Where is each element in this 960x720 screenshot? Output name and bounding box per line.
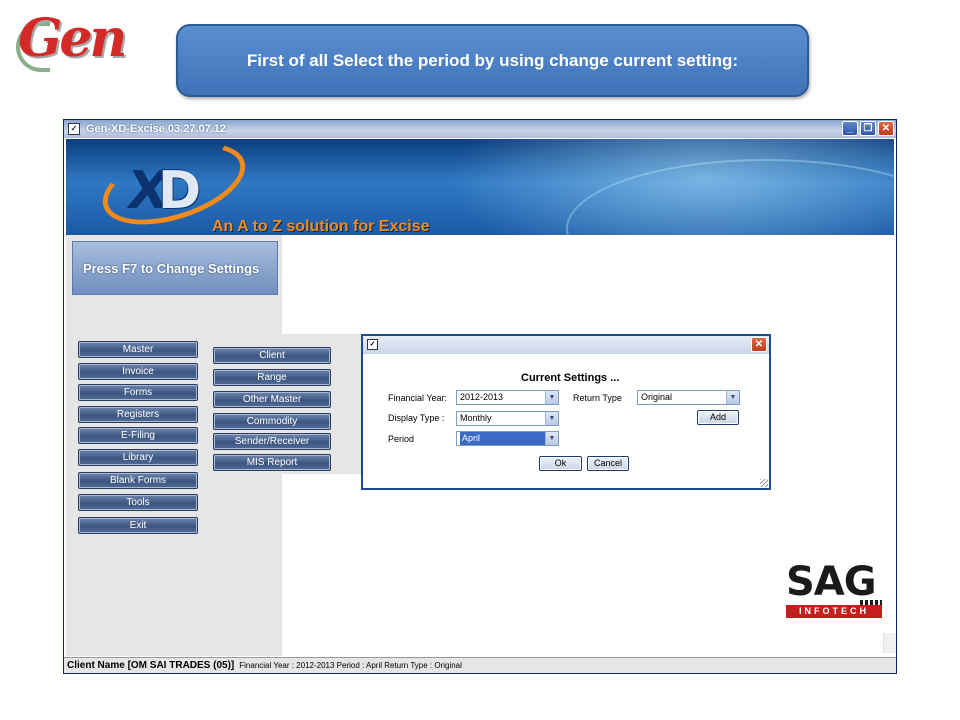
add-button[interactable]: Add (697, 410, 739, 425)
slide: Gen First of all Select the period by us… (0, 0, 960, 720)
menu-button-forms[interactable]: Forms (78, 384, 198, 401)
menu-button-registers[interactable]: Registers (78, 406, 198, 423)
submenu-button-mis-report[interactable]: MIS Report (213, 454, 331, 471)
submenu-button-other-master[interactable]: Other Master (213, 391, 331, 408)
app-icon: ✓ (68, 123, 80, 135)
gen-logo: Gen (8, 4, 127, 76)
display-type-label: Display Type : (388, 413, 445, 423)
resize-grip[interactable] (760, 479, 768, 487)
dialog-close-button[interactable]: ✕ (751, 337, 767, 352)
status-bar: Client Name [OM SAI TRADES (05)] Financi… (64, 657, 896, 673)
menu-button-master[interactable]: Master (78, 341, 198, 358)
chevron-down-icon[interactable]: ▼ (726, 391, 739, 404)
period-label: Period (388, 434, 415, 444)
chevron-down-icon[interactable]: ▼ (545, 391, 558, 404)
display-type-value: Monthly (460, 413, 492, 423)
financial-year-value: 2012-2013 (460, 392, 504, 402)
return-type-value: Original (641, 392, 673, 402)
submenu-button-range[interactable]: Range (213, 369, 331, 386)
submenu-button-sender-receiver[interactable]: Sender/Receiver (213, 433, 331, 450)
dialog-titlebar[interactable]: ✓ ✕ (363, 336, 769, 354)
xd-logo-d: D (158, 161, 202, 221)
app-window: ✓ Gen-XD-Excise 03.27.07.12 _ ❐ ✕ X D An… (63, 119, 897, 674)
banner-tagline: An A to Z solution for Excise (212, 218, 430, 235)
dialog-heading: Current Settings ... (521, 372, 620, 384)
minimize-button[interactable]: _ (842, 121, 858, 136)
return-type-label: Return Type (573, 393, 622, 403)
window-titlebar[interactable]: ✓ Gen-XD-Excise 03.27.07.12 _ ❐ ✕ (64, 120, 896, 138)
menu-button-library[interactable]: Library (78, 449, 198, 466)
submenu-button-commodity[interactable]: Commodity (213, 413, 331, 430)
change-settings-hint[interactable]: Press F7 to Change Settings (72, 241, 278, 295)
period-value: April (460, 432, 546, 445)
financial-year-label: Financial Year: (388, 393, 448, 403)
menu-button-blank-forms[interactable]: Blank Forms (78, 472, 198, 489)
app-icon: ✓ (367, 339, 378, 350)
menu-button-tools[interactable]: Tools (78, 494, 198, 511)
window-title: Gen-XD-Excise 03.27.07.12 (86, 123, 227, 135)
menu-button-exit[interactable]: Exit (78, 517, 198, 534)
sag-logo-main: SAG (786, 559, 877, 605)
sag-infotech-logo: SAG INFOTECH (786, 562, 882, 624)
display-type-select[interactable]: Monthly ▼ (456, 411, 559, 426)
cancel-button[interactable]: Cancel (587, 456, 629, 471)
menu-button-e-filing[interactable]: E-Filing (78, 427, 198, 444)
window-controls: _ ❐ ✕ (842, 121, 894, 136)
return-type-select[interactable]: Original ▼ (637, 390, 740, 405)
instruction-callout: First of all Select the period by using … (176, 24, 809, 97)
period-select[interactable]: April ▼ (456, 431, 559, 446)
chevron-down-icon[interactable]: ▼ (545, 432, 558, 445)
change-settings-hint-text: Press F7 to Change Settings (83, 260, 260, 276)
financial-year-select[interactable]: 2012-2013 ▼ (456, 390, 559, 405)
close-button[interactable]: ✕ (878, 121, 894, 136)
current-settings-dialog: ✓ ✕ Current Settings ... Financial Year:… (361, 334, 771, 490)
chevron-down-icon[interactable]: ▼ (545, 412, 558, 425)
ok-button[interactable]: Ok (539, 456, 582, 471)
status-client-name: Client Name [OM SAI TRADES (05)] (67, 660, 235, 671)
app-banner: X D An A to Z solution for Excise (66, 139, 894, 235)
submenu-button-client[interactable]: Client (213, 347, 331, 364)
sag-logo-sub: INFOTECH (786, 605, 882, 618)
menu-button-invoice[interactable]: Invoice (78, 363, 198, 380)
callout-text: First of all Select the period by using … (246, 50, 739, 70)
scrollbar-corner[interactable] (883, 633, 896, 653)
gen-logo-text: Gen (18, 8, 127, 69)
restore-button[interactable]: ❐ (860, 121, 876, 136)
status-details: Financial Year : 2012-2013 Period : Apri… (239, 661, 462, 670)
